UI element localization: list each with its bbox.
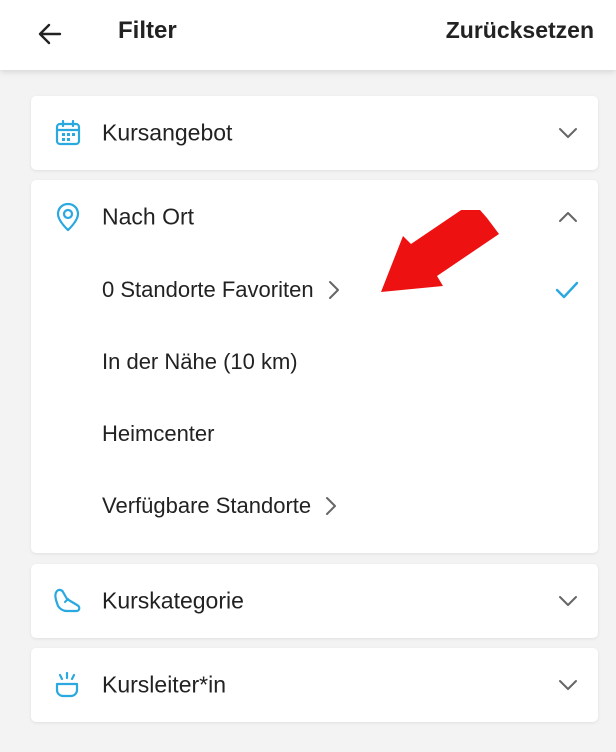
section-header-kursangebot[interactable]: Kursangebot — [31, 96, 598, 170]
option-favoriten[interactable]: 0 Standorte Favoriten — [31, 254, 598, 326]
chevron-right-icon — [328, 280, 340, 300]
section-kursangebot: Kursangebot — [31, 96, 598, 170]
page-title: Filter — [118, 17, 177, 44]
back-button[interactable] — [28, 14, 72, 54]
chevron-up-icon — [556, 205, 580, 229]
reset-button[interactable]: Zurücksetzen — [446, 17, 594, 44]
shoe-icon — [53, 586, 83, 616]
location-pin-icon — [53, 202, 83, 232]
chevron-down-icon — [556, 589, 580, 613]
section-label: Nach Ort — [102, 203, 195, 230]
option-heimcenter[interactable]: Heimcenter — [31, 398, 598, 470]
section-label: Kursangebot — [102, 119, 233, 146]
section-kursleiter: Kursleiter*in — [31, 648, 598, 722]
option-label: In der Nähe (10 km) — [102, 349, 298, 374]
section-header-nach-ort[interactable]: Nach Ort — [31, 180, 598, 254]
section-label: Kurskategorie — [102, 587, 244, 614]
option-in-der-naehe[interactable]: In der Nähe (10 km) — [31, 326, 598, 398]
chevron-right-icon — [325, 496, 337, 516]
option-label: Verfügbare Standorte — [102, 493, 312, 518]
arrow-left-icon — [38, 23, 62, 45]
chevron-down-icon — [556, 673, 580, 697]
section-header-kursleiter[interactable]: Kursleiter*in — [31, 648, 598, 722]
section-nach-ort: Nach Ort 0 Standorte Favoriten In der Nä… — [31, 180, 598, 553]
checkmark-icon — [554, 277, 580, 303]
app-bar: Filter Zurücksetzen — [0, 0, 616, 70]
option-label: 0 Standorte Favoriten — [102, 277, 314, 302]
section-kurskategorie: Kurskategorie — [31, 564, 598, 638]
section-header-kurskategorie[interactable]: Kurskategorie — [31, 564, 598, 638]
option-verfuegbare-standorte[interactable]: Verfügbare Standorte — [31, 470, 598, 542]
section-label: Kursleiter*in — [102, 671, 226, 698]
whistle-icon — [53, 670, 83, 700]
calendar-icon — [53, 118, 83, 148]
option-label: Heimcenter — [102, 421, 215, 446]
chevron-down-icon — [556, 121, 580, 145]
